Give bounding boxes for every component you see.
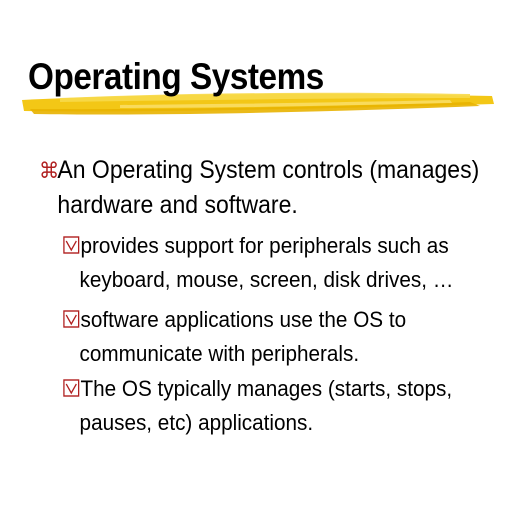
- bullet-line: provides support for peripherals such as: [63, 229, 453, 263]
- bullet-line: ⌘An Operating System controls (manages): [39, 153, 479, 188]
- bullet-line: The OS typically manages (starts, stops,: [63, 372, 452, 406]
- page-title: Operating Systems: [28, 56, 324, 97]
- sub-bullet-point: provides support for peripherals such as…: [63, 229, 453, 297]
- bullet-text: communicate with peripherals.: [79, 341, 360, 366]
- bullet-text: pauses, etc) applications.: [79, 410, 314, 435]
- bullet-text: keyboard, mouse, screen, disk drives, …: [79, 267, 454, 292]
- sub-bullet-point: software applications use the OS to comm…: [63, 303, 406, 371]
- checkbox-icon: [63, 236, 80, 254]
- bullet-text: The OS typically manages (starts, stops,: [80, 376, 453, 401]
- bullet-line: software applications use the OS to: [63, 303, 406, 337]
- sub-bullet-point: The OS typically manages (starts, stops,…: [63, 372, 452, 440]
- bullet-text: An Operating System controls (manages): [57, 156, 480, 184]
- checkbox-icon: [63, 310, 80, 328]
- bullet-point: ⌘An Operating System controls (manages) …: [39, 153, 479, 223]
- bullet-text: provides support for peripherals such as: [80, 233, 449, 258]
- command-key-icon: ⌘: [39, 158, 60, 183]
- bullet-text: software applications use the OS to: [80, 307, 407, 332]
- slide: Operating Systems ⌘An Operating System c…: [0, 0, 512, 512]
- bullet-text: hardware and software.: [57, 191, 298, 219]
- checkbox-icon: [63, 379, 80, 397]
